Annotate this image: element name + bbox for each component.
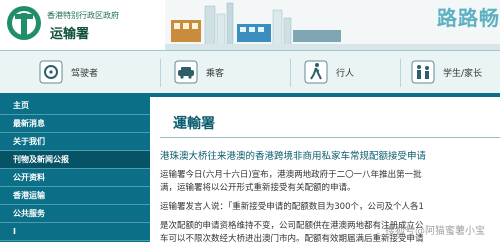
site-header: 香港特别行政区政府 运输署 路路畅 bbox=[0, 0, 500, 50]
main-content: 運輸署 港珠澳大桥往来港澳的香港跨境非商用私家车常规配额接受申请 运输署今日(六… bbox=[150, 97, 500, 242]
sidebar: 主页 最新消息 关于我们 刊物及新闻公报 公开资料 香港运输 公共服务 Ⅰ bbox=[0, 97, 150, 242]
sidebar-item-public-services[interactable]: 公共服务 bbox=[0, 205, 150, 223]
government-name: 香港特别行政区政府 bbox=[47, 11, 119, 20]
user-nav-passengers[interactable]: 乘客 bbox=[173, 57, 224, 87]
sidebar-item-about-us[interactable]: 关于我们 bbox=[0, 133, 150, 151]
divider bbox=[160, 59, 161, 87]
sidebar-item-hk-transport[interactable]: 香港运输 bbox=[0, 187, 150, 205]
car-steering-icon bbox=[38, 59, 64, 85]
press-release-line: 是次配额的申请资格维持不变，公司配额供在港澳两地都有注册成立公 bbox=[160, 221, 424, 231]
sidebar-item-more[interactable]: Ⅰ bbox=[0, 223, 150, 241]
taxi-icon bbox=[173, 59, 199, 85]
page-title: 運輸署 bbox=[173, 116, 215, 132]
press-release-line: 运输署今日(六月十六日)宣布，港澳两地政府于二〇一八年推出第一批 bbox=[160, 170, 422, 180]
divider bbox=[400, 59, 401, 87]
title-divider bbox=[160, 137, 500, 138]
user-nav-students[interactable]: 学生/家长 bbox=[410, 57, 482, 87]
watermark: 搜狐号@阿猫蜜薯小宝 bbox=[385, 226, 485, 237]
sidebar-item-public-information[interactable]: 公开资料 bbox=[0, 169, 150, 187]
transport-department-logo-icon[interactable] bbox=[5, 4, 43, 42]
user-nav-label: 乘客 bbox=[206, 68, 225, 79]
divider bbox=[290, 59, 291, 87]
sidebar-item-publications-press[interactable]: 刊物及新闻公报 bbox=[0, 151, 150, 169]
user-nav-label: 学生/家长 bbox=[443, 68, 483, 79]
user-nav-bar: 驾驶者 乘客 行人 学生/家长 bbox=[0, 50, 500, 94]
slogan: 路路畅 bbox=[437, 6, 500, 30]
user-nav-drivers[interactable]: 驾驶者 bbox=[38, 57, 98, 87]
user-nav-label: 驾驶者 bbox=[71, 68, 99, 79]
user-nav-label: 行人 bbox=[336, 68, 355, 79]
pedestrian-icon bbox=[303, 59, 329, 85]
sidebar-item-home[interactable]: 主页 bbox=[0, 97, 150, 115]
students-icon bbox=[410, 59, 436, 85]
press-release-line: 满，运输署将以公开形式重新接受有关配额的申请。 bbox=[160, 183, 356, 193]
press-release-line: 运输署发言人说：「重新接受申请的配额数目为300个，公司及个人各1 bbox=[160, 202, 424, 212]
press-release-line: 车可以不限次数经大桥进出澳门市内。配额有效期届满后重新接受申请 bbox=[160, 234, 424, 242]
press-release-headline: 港珠澳大桥往来港澳的香港跨境非商用私家车常规配额接受申请 bbox=[160, 151, 427, 162]
department-name: 运输署 bbox=[50, 27, 90, 42]
sidebar-item-latest-news[interactable]: 最新消息 bbox=[0, 115, 150, 133]
user-nav-pedestrians[interactable]: 行人 bbox=[303, 57, 354, 87]
